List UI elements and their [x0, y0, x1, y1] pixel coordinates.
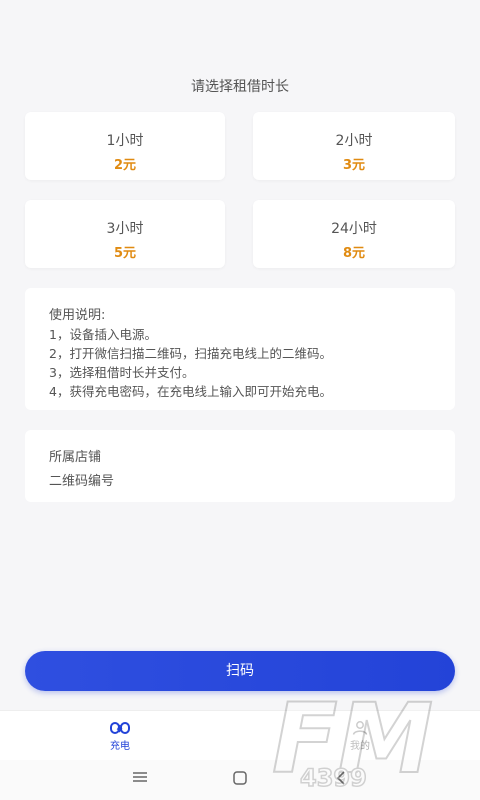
instruction-step: 3，选择租借时长并支付。 [49, 365, 195, 380]
system-nav-bar [0, 760, 480, 800]
tab-charge[interactable]: 充电 [0, 711, 240, 761]
duration-label: 3小时 [106, 221, 144, 237]
charge-icon [110, 722, 130, 734]
price-label: 2元 [113, 158, 137, 173]
menu-icon[interactable] [132, 770, 148, 784]
tab-mine[interactable]: 我的 [240, 711, 480, 761]
price-label: 8元 [342, 246, 366, 261]
duration-option-3h[interactable]: 3小时 5元 [25, 200, 225, 268]
price-label: 3元 [342, 158, 366, 173]
back-icon[interactable] [334, 770, 348, 786]
duration-option-24h[interactable]: 24小时 8元 [253, 200, 455, 268]
bottom-tab-bar: 充电 我的 [0, 710, 480, 761]
duration-label: 2小时 [335, 133, 373, 149]
duration-option-1h[interactable]: 1小时 2元 [25, 112, 225, 180]
user-icon [352, 721, 368, 735]
store-qr-label: 二维码编号 [49, 474, 115, 489]
instruction-step: 1，设备插入电源。 [49, 327, 157, 342]
instruction-step: 4，获得充电密码，在充电线上输入即可开始充电。 [49, 384, 332, 399]
scan-button[interactable]: 扫码 [25, 651, 455, 691]
tab-charge-label: 充电 [110, 741, 130, 752]
duration-option-2h[interactable]: 2小时 3元 [253, 112, 455, 180]
store-shop-label: 所属店铺 [49, 450, 102, 465]
duration-label: 1小时 [106, 133, 144, 149]
instructions-panel: 使用说明: 1，设备插入电源。 2，打开微信扫描二维码，扫描充电线上的二维码。 … [25, 288, 455, 410]
page-title: 请选择租借时长 [191, 79, 289, 95]
price-label: 5元 [113, 246, 137, 261]
instruction-step: 2，打开微信扫描二维码，扫描充电线上的二维码。 [49, 346, 332, 361]
home-icon[interactable] [232, 770, 248, 786]
tab-mine-label: 我的 [350, 741, 370, 752]
duration-label: 24小时 [331, 221, 377, 237]
instructions-title: 使用说明: [49, 308, 106, 323]
store-info-panel: 所属店铺 二维码编号 [25, 430, 455, 502]
